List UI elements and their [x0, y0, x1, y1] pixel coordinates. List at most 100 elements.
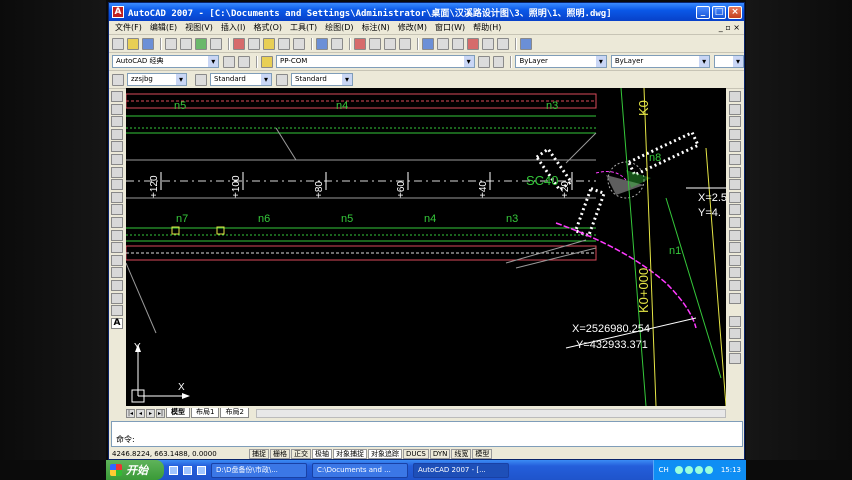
tab-layout1[interactable]: 布局1	[191, 408, 220, 418]
break-at-point-icon[interactable]	[729, 229, 741, 241]
plot-icon[interactable]	[210, 37, 222, 50]
command-line[interactable]: 命令:	[111, 421, 743, 447]
sheet-set-icon[interactable]	[467, 37, 479, 50]
close-button[interactable]: ×	[728, 5, 742, 19]
menu-draw[interactable]: 绘图(D)	[321, 22, 357, 33]
grid-toggle[interactable]: 栅格	[270, 449, 290, 459]
ellipse-arc-icon[interactable]	[111, 216, 123, 228]
markup-icon[interactable]	[482, 37, 494, 50]
start-button[interactable]: 开始	[106, 460, 164, 480]
cut-icon[interactable]	[233, 37, 245, 50]
draw-order-icon[interactable]	[729, 315, 741, 327]
desktop-quicklaunch-icon[interactable]	[183, 465, 192, 475]
osnap-toggle[interactable]: 对象捕捉	[333, 449, 367, 459]
rotate-icon[interactable]	[729, 166, 741, 178]
make-current-layer-icon[interactable]	[477, 55, 490, 68]
table-icon[interactable]	[111, 305, 123, 317]
properties-icon[interactable]	[422, 37, 434, 50]
open-icon[interactable]	[127, 37, 139, 50]
media-quicklaunch-icon[interactable]	[197, 465, 206, 475]
copy-object-icon[interactable]	[729, 103, 741, 115]
polyline-icon[interactable]	[111, 116, 123, 128]
menu-modify[interactable]: 修改(M)	[394, 22, 431, 33]
model-space-canvas[interactable]: n5 n4 n3 n7 n6 n5 n4 n3 n1 n8 +120 +100 …	[126, 88, 726, 406]
ie-quicklaunch-icon[interactable]	[169, 465, 178, 475]
model-toggle[interactable]: 模型	[472, 449, 493, 459]
first-tab-icon[interactable]: |◂	[126, 408, 135, 418]
workspace-settings-icon[interactable]	[223, 55, 236, 68]
last-tab-icon[interactable]: ▸|	[156, 408, 165, 418]
color-select[interactable]: ByLayer	[515, 55, 607, 68]
help-icon[interactable]	[520, 37, 532, 50]
layer-previous-icon[interactable]	[492, 55, 505, 68]
tab-layout2[interactable]: 布局2	[220, 408, 249, 418]
bring-to-front-icon[interactable]	[729, 328, 741, 340]
send-to-back-icon[interactable]	[729, 340, 741, 352]
task-folder-c[interactable]: C:\Documents and ...	[312, 462, 408, 478]
arc-icon[interactable]	[111, 153, 123, 165]
multiline-text-icon[interactable]: A	[111, 317, 123, 329]
menu-dimension[interactable]: 标注(N)	[358, 22, 394, 33]
quickcalc-icon[interactable]	[497, 37, 509, 50]
bring-above-icon[interactable]	[729, 353, 741, 365]
undo-icon[interactable]	[316, 37, 328, 50]
redo-icon[interactable]	[331, 37, 343, 50]
scale-icon[interactable]	[729, 179, 741, 191]
tray-icon[interactable]	[694, 466, 703, 474]
ortho-toggle[interactable]: 正交	[291, 449, 311, 459]
revision-cloud-icon[interactable]	[111, 179, 123, 191]
mirror-icon[interactable]	[729, 116, 741, 128]
title-bar[interactable]: A AutoCAD 2007 - [C:\Documents and Setti…	[109, 3, 744, 21]
region-icon[interactable]	[111, 292, 123, 304]
make-block-icon[interactable]	[111, 242, 123, 254]
minimize-button[interactable]: _	[696, 5, 710, 19]
horizontal-scrollbar[interactable]	[255, 408, 726, 418]
circle-icon[interactable]	[111, 166, 123, 178]
insert-block-icon[interactable]	[111, 229, 123, 241]
maximize-button[interactable]: □	[712, 5, 726, 19]
offset-icon[interactable]	[729, 128, 741, 140]
move-icon[interactable]	[729, 153, 741, 165]
rectangle-icon[interactable]	[111, 141, 123, 153]
gradient-icon[interactable]	[111, 279, 123, 291]
new-icon[interactable]	[112, 37, 124, 50]
dyn-toggle[interactable]: DYN	[429, 449, 451, 459]
autocad-app-icon[interactable]: A	[112, 6, 124, 18]
polar-toggle[interactable]: 极轴	[312, 449, 332, 459]
hatch-icon[interactable]	[111, 267, 123, 279]
join-icon[interactable]	[729, 254, 741, 266]
block-editor-icon[interactable]	[293, 37, 305, 50]
design-center-icon[interactable]	[437, 37, 449, 50]
menu-insert[interactable]: 插入(I)	[217, 22, 250, 33]
print-icon[interactable]	[165, 37, 177, 50]
print-preview-icon[interactable]	[180, 37, 192, 50]
spline-icon[interactable]	[111, 191, 123, 203]
table-style-icon[interactable]	[276, 73, 288, 86]
pan-icon[interactable]	[354, 37, 366, 50]
linetype-select[interactable]: ByLayer	[610, 55, 711, 68]
task-folder-d[interactable]: D:\D盘备份\市政\...	[211, 462, 307, 478]
lineweight-select[interactable]	[714, 55, 744, 68]
workspace-select[interactable]: AutoCAD 经典	[112, 55, 220, 68]
tray-icon[interactable]	[674, 466, 683, 474]
text-style-select[interactable]: zzsjbg	[127, 73, 187, 86]
save-workspace-icon[interactable]	[238, 55, 251, 68]
chamfer-icon[interactable]	[729, 267, 741, 279]
polygon-icon[interactable]	[111, 128, 123, 140]
extend-icon[interactable]	[729, 216, 741, 228]
otrack-toggle[interactable]: 对象追踪	[368, 449, 402, 459]
menu-tools[interactable]: 工具(T)	[286, 22, 321, 33]
explode-icon[interactable]	[729, 292, 741, 304]
tool-palettes-icon[interactable]	[452, 37, 464, 50]
stretch-icon[interactable]	[729, 191, 741, 203]
break-icon[interactable]	[729, 242, 741, 254]
zoom-realtime-icon[interactable]	[369, 37, 381, 50]
erase-icon[interactable]	[729, 91, 741, 102]
tray-icon[interactable]	[684, 466, 693, 474]
table-style-select[interactable]: Standard	[291, 73, 353, 86]
save-icon[interactable]	[142, 37, 154, 50]
menu-help[interactable]: 帮助(H)	[469, 22, 505, 33]
trim-icon[interactable]	[729, 204, 741, 216]
prev-tab-icon[interactable]: ◂	[136, 408, 145, 418]
menu-file[interactable]: 文件(F)	[111, 22, 146, 33]
